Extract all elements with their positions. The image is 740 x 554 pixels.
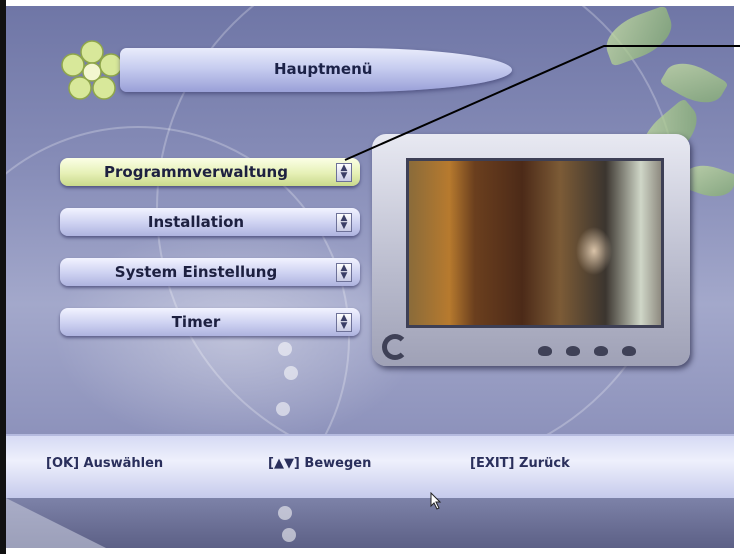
menu-item-label: Timer <box>171 313 221 331</box>
tv-knob-icon <box>594 346 608 356</box>
tv-knob-icon <box>538 346 552 356</box>
menu-item-label: Programmverwaltung <box>104 163 288 181</box>
tv-menu-screen: Hauptmenü Programmverwaltung ▲ ▼ Installa… <box>6 6 734 548</box>
menu-item-label: System Einstellung <box>114 263 278 281</box>
tv-knob-icon <box>566 346 580 356</box>
swirl-icon <box>382 334 408 360</box>
help-bar: [OK] Auswählen [▲▼] Bewegen [EXIT] Zurüc… <box>6 434 734 500</box>
bottom-wedge <box>6 498 106 548</box>
mouse-pointer-icon <box>430 492 442 510</box>
up-down-arrow-icon: ▲ ▼ <box>336 213 352 232</box>
flower-logo-icon <box>61 40 123 100</box>
help-ok: [OK] Auswählen <box>46 456 164 471</box>
decorative-bubble <box>284 366 298 380</box>
help-move: [▲▼] Bewegen <box>268 456 372 471</box>
up-down-arrow-icon: ▲ ▼ <box>336 313 352 332</box>
menu-item-programmverwaltung[interactable]: Programmverwaltung ▲ ▼ <box>60 158 360 186</box>
tv-preview-frame <box>372 134 690 366</box>
decorative-bubble <box>278 342 292 356</box>
video-preview <box>406 158 664 328</box>
decorative-bubble <box>282 528 296 542</box>
page-title: Hauptmenü <box>274 60 373 78</box>
menu-item-system-einstellung[interactable]: System Einstellung ▲ ▼ <box>60 258 360 286</box>
menu-item-installation[interactable]: Installation ▲ ▼ <box>60 208 360 236</box>
menu-item-timer[interactable]: Timer ▲ ▼ <box>60 308 360 336</box>
tv-knob-icon <box>622 346 636 356</box>
help-exit: [EXIT] Zurück <box>470 456 570 471</box>
decorative-bubble <box>278 506 292 520</box>
up-down-arrow-icon: ▲ ▼ <box>336 263 352 282</box>
decorative-bubble <box>276 402 290 416</box>
menu-item-label: Installation <box>147 213 245 231</box>
bottom-decoration <box>6 498 734 548</box>
up-down-arrow-icon: ▲ ▼ <box>336 163 352 182</box>
